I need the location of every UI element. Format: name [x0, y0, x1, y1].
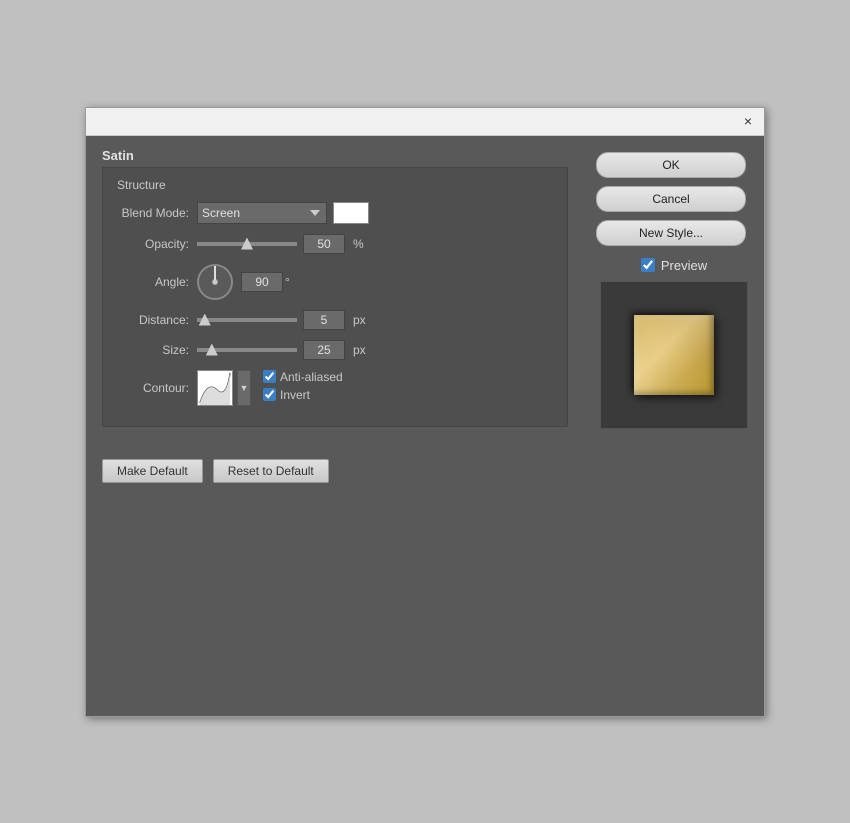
opacity-label: Opacity: [117, 237, 197, 251]
cancel-button[interactable]: Cancel [596, 186, 746, 212]
preview-label[interactable]: Preview [661, 258, 707, 273]
size-label: Size: [117, 343, 197, 357]
contour-control: ▼ Anti-aliased Invert [197, 370, 343, 406]
sub-section-title: Structure [117, 178, 553, 192]
opacity-slider[interactable] [197, 242, 297, 246]
section-title: Satin [102, 148, 568, 163]
right-panel: OK Cancel New Style... Preview [584, 136, 764, 716]
angle-unit: ° [285, 275, 290, 289]
make-default-button[interactable]: Make Default [102, 459, 203, 483]
opacity-input[interactable]: 50 [303, 234, 345, 254]
preview-check-row: Preview [641, 258, 707, 273]
angle-dial-line [214, 266, 216, 280]
anti-aliased-label[interactable]: Anti-aliased [280, 370, 343, 384]
distance-slider[interactable] [197, 318, 297, 322]
blend-color-swatch[interactable] [333, 202, 369, 224]
contour-checkboxes: Anti-aliased Invert [263, 370, 343, 406]
distance-row: Distance: 5 px [117, 310, 553, 330]
blend-mode-select[interactable]: Screen Normal Multiply Overlay [197, 202, 327, 224]
anti-aliased-checkbox[interactable] [263, 370, 276, 383]
reset-to-default-button[interactable]: Reset to Default [213, 459, 329, 483]
left-panel: Satin Structure Blend Mode: Screen Norma… [86, 136, 584, 716]
angle-input[interactable]: 90 [241, 272, 283, 292]
invert-checkbox[interactable] [263, 388, 276, 401]
structure-box: Structure Blend Mode: Screen Normal Mult… [102, 167, 568, 427]
size-slider[interactable] [197, 348, 297, 352]
opacity-unit: % [353, 237, 364, 251]
bottom-buttons: Make Default Reset to Default [102, 447, 568, 483]
angle-label: Angle: [117, 275, 197, 289]
distance-unit: px [353, 313, 366, 327]
angle-dial[interactable] [197, 264, 233, 300]
contour-preview[interactable] [197, 370, 233, 406]
size-input[interactable]: 25 [303, 340, 345, 360]
invert-label[interactable]: Invert [280, 388, 310, 402]
contour-label: Contour: [117, 381, 197, 395]
opacity-slider-container: 50 % [197, 234, 364, 254]
distance-label: Distance: [117, 313, 197, 327]
distance-input[interactable]: 5 [303, 310, 345, 330]
distance-slider-container: 5 px [197, 310, 366, 330]
layer-style-dialog: × Satin Structure Blend Mode: Screen Nor… [85, 107, 765, 717]
size-slider-container: 25 px [197, 340, 366, 360]
dialog-body: Satin Structure Blend Mode: Screen Norma… [86, 136, 764, 716]
preview-canvas [600, 281, 748, 429]
new-style-button[interactable]: New Style... [596, 220, 746, 246]
contour-row: Contour: ▼ Anti-aliased [117, 370, 553, 406]
title-bar: × [86, 108, 764, 136]
opacity-row: Opacity: 50 % [117, 234, 553, 254]
invert-row: Invert [263, 388, 343, 402]
close-button[interactable]: × [740, 113, 756, 129]
blend-mode-row: Blend Mode: Screen Normal Multiply Overl… [117, 202, 553, 224]
size-row: Size: 25 px [117, 340, 553, 360]
right-panel-buttons: OK Cancel New Style... [596, 152, 752, 246]
preview-checkbox[interactable] [641, 258, 655, 272]
anti-aliased-row: Anti-aliased [263, 370, 343, 384]
angle-row: Angle: 90 ° [117, 264, 553, 300]
blend-mode-label: Blend Mode: [117, 206, 197, 220]
preview-square [634, 315, 714, 395]
ok-button[interactable]: OK [596, 152, 746, 178]
contour-dropdown-button[interactable]: ▼ [237, 370, 251, 406]
size-unit: px [353, 343, 366, 357]
